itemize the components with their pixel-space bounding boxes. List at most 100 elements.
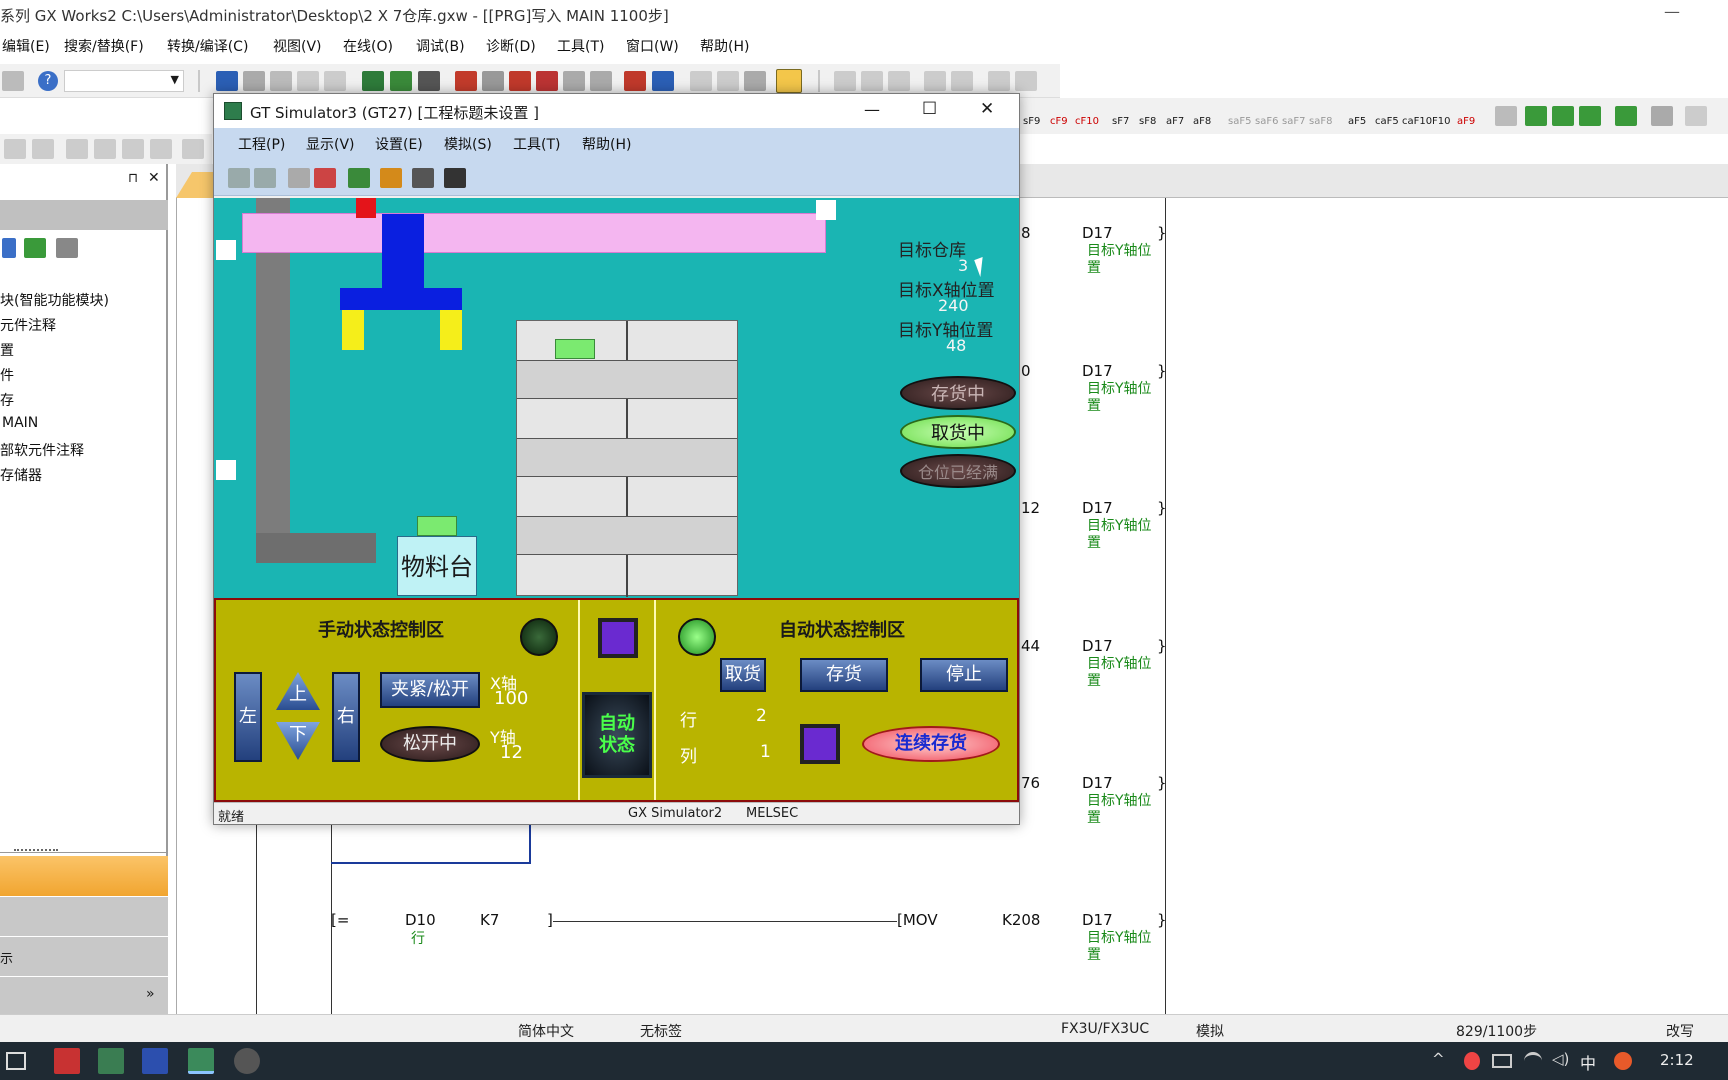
copy-icon[interactable] [243, 71, 265, 91]
ladder-tool-end2-icon[interactable] [1685, 106, 1707, 126]
gt-close-button[interactable]: ✕ [980, 99, 994, 119]
tray-chevron-icon[interactable]: ^ [1432, 1050, 1445, 1068]
menu-online[interactable]: 在线(O) [343, 36, 393, 56]
tool-d-icon[interactable] [94, 139, 116, 159]
down-button[interactable]: 下 [276, 722, 320, 760]
tool-b-icon[interactable] [32, 139, 54, 159]
rung-device-2[interactable]: D17 [1082, 362, 1113, 380]
contact-tool6-icon[interactable] [988, 71, 1010, 91]
tree-item-file[interactable]: 件 [0, 365, 14, 385]
key-af9[interactable]: aF9 [1457, 116, 1475, 127]
gt-menu-help[interactable]: 帮助(H) [582, 134, 631, 154]
menu-debug[interactable]: 调试(B) [416, 36, 465, 56]
clamp-release-button[interactable]: 夹紧/松开 [380, 672, 480, 708]
menu-diagnose[interactable]: 诊断(D) [486, 36, 536, 56]
continuous-store-button[interactable]: 连续存货 [862, 726, 1000, 762]
mov-value[interactable]: K208 [1002, 911, 1040, 929]
gt-menu-view[interactable]: 显示(V) [306, 134, 355, 154]
ladder-tool-icon[interactable] [690, 71, 712, 91]
key-cf9[interactable]: cF9 [1050, 116, 1068, 127]
nav-tab-project[interactable] [0, 856, 168, 896]
tree-item-intelligent-module[interactable]: 块(智能功能模块) [0, 290, 109, 310]
right-button[interactable]: 右 [332, 672, 360, 762]
contact-tool2-icon[interactable] [861, 71, 883, 91]
gt-tool-print-icon[interactable] [288, 168, 310, 188]
ladder-green4-icon[interactable] [1615, 106, 1637, 126]
redo-icon[interactable] [324, 71, 346, 91]
read-icon[interactable] [482, 71, 504, 91]
pick-button[interactable]: 取货 [720, 658, 766, 692]
cmp-src[interactable]: D10 [405, 911, 436, 929]
rung-device-1[interactable]: D17 [1082, 224, 1113, 242]
main-minimize-button[interactable]: — [1664, 2, 1680, 21]
key-cf10[interactable]: cF10 [1075, 116, 1099, 127]
gt-menu-project[interactable]: 工程(P) [238, 134, 285, 154]
rung-device-5[interactable]: D17 [1082, 774, 1113, 792]
task-view-icon[interactable] [6, 1052, 26, 1070]
ladder-green2-icon[interactable] [1552, 106, 1574, 126]
help-icon[interactable]: ? [38, 71, 58, 91]
dev-list-icon[interactable] [418, 71, 440, 91]
tree-filter-icon[interactable] [56, 238, 78, 258]
contact-tool5-icon[interactable] [951, 71, 973, 91]
cmp-const[interactable]: K7 [480, 911, 499, 929]
tool-e-icon[interactable] [122, 139, 144, 159]
gt-tool-stop-icon[interactable] [314, 168, 336, 188]
write-icon[interactable] [455, 71, 477, 91]
dev-test-icon[interactable] [624, 71, 646, 91]
paste-icon[interactable] [270, 71, 292, 91]
monitor-icon[interactable] [509, 71, 531, 91]
contact-tool4-icon[interactable] [924, 71, 946, 91]
tree-item-storage[interactable]: 存储器 [0, 465, 42, 485]
key-sf8[interactable]: sF8 [1139, 116, 1156, 127]
toolbar-dropdown[interactable]: ▼ [64, 70, 184, 92]
store-button[interactable]: 存货 [800, 658, 888, 692]
gt-tool-keyboard-icon[interactable] [444, 168, 466, 188]
gt-menu-tools[interactable]: 工具(T) [513, 134, 560, 154]
key-caf10[interactable]: caF10 [1402, 116, 1432, 127]
tree-item-device-comment[interactable]: 元件注释 [0, 315, 56, 335]
up-button[interactable]: 上 [276, 672, 320, 710]
pane-close-icon[interactable]: ✕ [148, 170, 160, 186]
key-sf7[interactable]: sF7 [1112, 116, 1129, 127]
tree-item-local-comment[interactable]: 部软元件注释 [0, 440, 84, 460]
contact-tool-icon[interactable] [834, 71, 856, 91]
tool-c-icon[interactable] [66, 139, 88, 159]
cut-icon[interactable] [216, 71, 238, 91]
ladder-tool3-icon[interactable] [744, 71, 766, 91]
gt-titlebar[interactable]: GT Simulator3 (GT27) [工程标题未设置 ] — ☐ ✕ [214, 94, 1019, 128]
undo-icon[interactable] [297, 71, 319, 91]
taskbar-app-gxworks[interactable] [54, 1048, 80, 1074]
menu-tools[interactable]: 工具(T) [557, 36, 604, 56]
left-button[interactable]: 左 [234, 672, 262, 762]
gt-tool-open-icon[interactable] [254, 168, 276, 188]
key-saf8[interactable]: saF8 [1309, 116, 1332, 127]
key-saf5[interactable]: saF5 [1228, 116, 1251, 127]
dev-replace-icon[interactable] [390, 71, 412, 91]
menu-window[interactable]: 窗口(W) [626, 36, 679, 56]
ladder-green3-icon[interactable] [1579, 106, 1601, 126]
tray-wifi-icon[interactable] [1524, 1052, 1542, 1070]
tool-f-icon[interactable] [150, 139, 172, 159]
entry-monitor-icon[interactable] [590, 71, 612, 91]
taskbar-app-gtsim[interactable] [188, 1048, 214, 1074]
gt-tool-device-icon[interactable] [380, 168, 402, 188]
menu-search[interactable]: 搜索/替换(F) [64, 36, 144, 56]
refresh-icon[interactable] [24, 238, 46, 258]
key-saf7[interactable]: saF7 [1282, 116, 1305, 127]
tree-item-setting[interactable]: 置 [0, 340, 14, 360]
rung-device-3[interactable]: D17 [1082, 499, 1113, 517]
taskbar-app-other[interactable] [234, 1048, 260, 1074]
tray-qq-icon[interactable] [1464, 1052, 1480, 1070]
tray-sogou-icon[interactable] [1614, 1052, 1632, 1070]
monitor-stop-icon[interactable] [536, 71, 558, 91]
gt-menu-simulate[interactable]: 模拟(S) [444, 134, 492, 154]
taskbar-app-gtdesigner[interactable] [142, 1048, 168, 1074]
gt-maximize-button[interactable]: ☐ [922, 99, 937, 119]
key-f10[interactable]: F10 [1432, 116, 1450, 127]
menu-view[interactable]: 视图(V) [273, 36, 322, 56]
auto-state-button[interactable]: 自动 状态 [582, 692, 652, 778]
contact-tool3-icon[interactable] [888, 71, 910, 91]
gt-menu-settings[interactable]: 设置(E) [375, 134, 423, 154]
tool-g-icon[interactable] [182, 139, 204, 159]
